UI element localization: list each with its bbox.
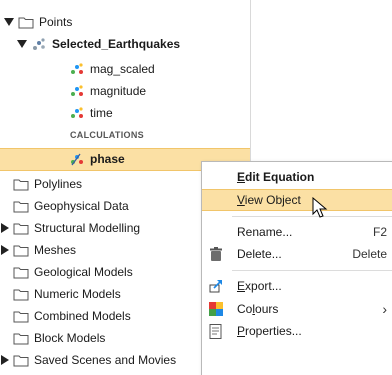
- trash-icon: [208, 246, 224, 262]
- tree-item-label: Combined Models: [34, 309, 131, 323]
- tree-item-phase[interactable]: phase: [69, 148, 125, 170]
- tree-item-time[interactable]: time: [69, 102, 113, 124]
- menu-item-edit-equation[interactable]: Edit Equation: [202, 166, 392, 188]
- tree-item-saved-scenes[interactable]: Saved Scenes and Movies: [0, 349, 176, 371]
- menu-item-colours[interactable]: Colours ›: [202, 298, 392, 320]
- points-colored-icon: [69, 106, 85, 120]
- tree-item-points[interactable]: Points: [4, 11, 72, 33]
- tree-item-label: Meshes: [34, 243, 77, 257]
- tree-item-mag-scaled[interactable]: mag_scaled: [69, 58, 155, 80]
- folder-icon: [13, 287, 29, 301]
- menu-item-properties[interactable]: Properties...: [202, 320, 392, 342]
- section-header-calculations: CALCULATIONS: [70, 130, 144, 140]
- tree-item-label: time: [90, 106, 113, 120]
- menu-item-view-object[interactable]: View Object: [202, 189, 392, 211]
- menu-separator: [232, 270, 392, 271]
- tree-item-polylines[interactable]: Polylines: [13, 173, 82, 195]
- mouse-pointer-icon: [312, 196, 328, 222]
- folder-icon: [13, 331, 29, 345]
- menu-label: xport...: [245, 279, 282, 293]
- mnemonic-letter: V: [237, 193, 245, 207]
- menu-item-rename[interactable]: Rename... F2: [202, 221, 392, 243]
- tree-item-label: magnitude: [90, 84, 147, 98]
- folder-icon: [13, 243, 29, 257]
- tree-item-label: Selected_Earthquakes: [52, 37, 181, 51]
- tree-item-label: Saved Scenes and Movies: [34, 353, 177, 367]
- expand-toggle-icon[interactable]: [4, 17, 14, 27]
- tree-item-label: phase: [90, 152, 125, 166]
- folder-icon: [13, 265, 29, 279]
- mnemonic-letter: E: [237, 170, 246, 184]
- mnemonic-letter: E: [237, 279, 246, 293]
- tree-item-label: Block Models: [34, 331, 106, 345]
- tree-item-block-models[interactable]: Block Models: [13, 327, 105, 349]
- tree-item-label: Geological Models: [34, 265, 133, 279]
- collapse-toggle-icon[interactable]: [0, 355, 10, 365]
- tree-item-label: Points: [39, 15, 73, 29]
- menu-label: roperties...: [245, 324, 302, 338]
- tree-item-meshes[interactable]: Meshes: [0, 239, 76, 261]
- colours-icon: [208, 301, 224, 317]
- menu-item-delete[interactable]: Delete... Delete: [202, 243, 392, 265]
- export-icon: [208, 278, 224, 294]
- shortcut-label: F2: [372, 225, 387, 239]
- tree-item-combined-models[interactable]: Combined Models: [13, 305, 131, 327]
- context-menu: Edit Equation View Object Rename... F2 D…: [201, 161, 392, 375]
- points-icon: [31, 37, 47, 51]
- collapse-toggle-icon[interactable]: [0, 245, 10, 255]
- menu-label: Co: [237, 302, 253, 316]
- folder-icon: [13, 199, 29, 213]
- tree-item-selected-earthquakes[interactable]: Selected_Earthquakes: [17, 33, 180, 55]
- submenu-arrow-icon: ›: [382, 301, 387, 317]
- tree-item-label: Structural Modelling: [34, 221, 141, 235]
- collapse-toggle-icon[interactable]: [0, 223, 10, 233]
- menu-label: ours: [255, 302, 279, 316]
- tree-item-geophysical-data[interactable]: Geophysical Data: [13, 195, 129, 217]
- menu-label: iew Object: [244, 193, 301, 207]
- points-colored-icon: [69, 62, 85, 76]
- folder-icon: [13, 309, 29, 323]
- folder-icon: [13, 221, 29, 235]
- expand-toggle-icon[interactable]: [17, 39, 27, 49]
- points-colored-icon: [69, 84, 85, 98]
- menu-label: Rename...: [237, 225, 293, 239]
- mnemonic-letter: P: [237, 324, 246, 338]
- menu-item-export[interactable]: Export...: [202, 275, 392, 297]
- folder-icon: [18, 15, 34, 29]
- tree-item-magnitude[interactable]: magnitude: [69, 80, 146, 102]
- tree-item-label: Numeric Models: [34, 287, 121, 301]
- tree-item-geological-models[interactable]: Geological Models: [13, 261, 133, 283]
- menu-label: Delete...: [237, 247, 282, 261]
- tree-item-label: Geophysical Data: [34, 199, 129, 213]
- calculation-icon: [69, 152, 85, 166]
- tree-item-structural-modelling[interactable]: Structural Modelling: [0, 217, 140, 239]
- folder-icon: [13, 177, 29, 191]
- shortcut-label: Delete: [352, 247, 387, 261]
- tree-item-label: mag_scaled: [90, 62, 155, 76]
- properties-icon: [208, 323, 224, 339]
- tree-item-numeric-models[interactable]: Numeric Models: [13, 283, 121, 305]
- tree-item-label: Polylines: [34, 177, 83, 191]
- menu-label: dit Equation: [245, 170, 315, 184]
- folder-icon: [13, 353, 29, 367]
